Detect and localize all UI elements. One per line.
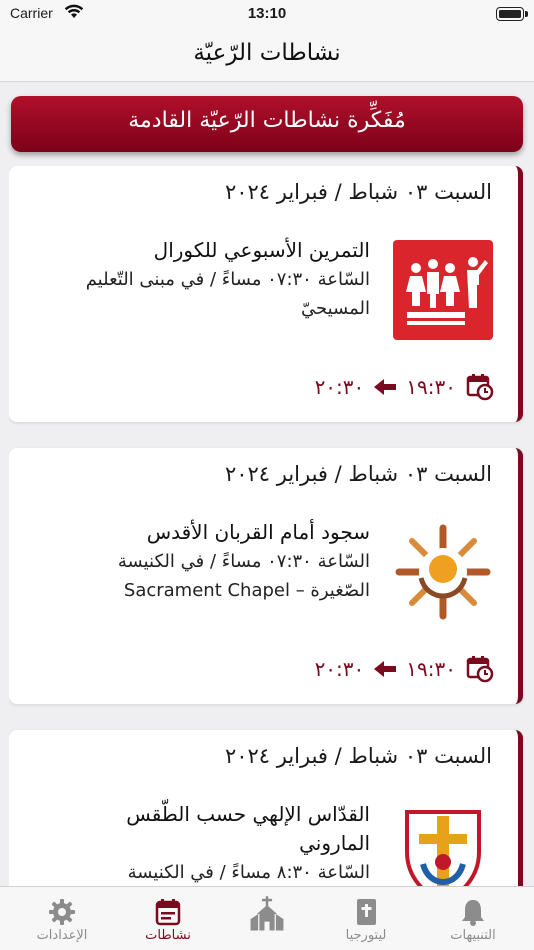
- activity-times: ٢٠:٣٠ ١٩:٣٠: [315, 370, 494, 404]
- tab-liturgy[interactable]: ليتورجيا: [313, 887, 419, 950]
- start-time: ١٩:٣٠: [406, 375, 456, 399]
- tab-settings[interactable]: الإعدادات: [9, 887, 115, 950]
- bell-icon: [462, 900, 484, 926]
- calendar-icon: [155, 899, 181, 926]
- activity-title: القدّاس الإلهي حسب الطّقس: [126, 802, 370, 826]
- activity-detail-line: السّاعة ٠٧:٣٠ مساءً / في الكنيسة: [117, 551, 370, 572]
- calendar-clock-icon: [466, 374, 494, 401]
- tab-notifications[interactable]: التنبيهات: [420, 887, 526, 950]
- choir-icon: [393, 240, 493, 340]
- clock: 13:10: [247, 5, 287, 22]
- activity-times: ٢٠:٣٠ ١٩:٣٠: [315, 652, 494, 686]
- status-bar: Carrier 13:10: [0, 0, 534, 30]
- activity-date: السبت ٠٣ شباط / فبراير ٢٠٢٤: [224, 462, 492, 486]
- activity-text: سجود أمام القربان الأقدس السّاعة ٠٧:٣٠ م…: [40, 518, 370, 605]
- tab-label: الإعدادات: [36, 928, 88, 943]
- activity-detail-line: الصّغيرة – Sacrament Chapel: [123, 580, 370, 601]
- tab-church[interactable]: [214, 887, 320, 950]
- tab-label: التنبيهات: [450, 928, 496, 943]
- page-title: نشاطات الرّعيّة: [193, 40, 341, 66]
- activity-text: القدّاس الإلهي حسب الطّقس الماروني السّا…: [40, 800, 370, 886]
- navigation-bar: نشاطات الرّعيّة: [0, 30, 534, 82]
- bible-icon: [357, 899, 376, 925]
- eucharist-icon: [393, 522, 493, 622]
- activity-date: السبت ٠٣ شباط / فبراير ٢٠٢٤: [224, 744, 492, 768]
- activity-title: التمرين الأسبوعي للكورال: [153, 238, 370, 262]
- tab-label: ليتورجيا: [345, 928, 387, 943]
- activity-detail-line: السّاعة ٠٧:٣٠ مساءً / في مبنى التّعليم: [85, 269, 370, 290]
- church-icon: [250, 896, 284, 931]
- start-time: ١٩:٣٠: [406, 657, 456, 681]
- end-time: ٢٠:٣٠: [314, 657, 365, 681]
- activity-card[interactable]: السبت ٠٣ شباط / فبراير ٢٠٢٤ القدّاس الإل…: [9, 730, 523, 886]
- activity-text: التمرين الأسبوعي للكورال السّاعة ٠٧:٣٠ م…: [40, 236, 370, 323]
- activity-card[interactable]: السبت ٠٣ شباط / فبراير ٢٠٢٤ التمرين الأس…: [9, 166, 523, 422]
- activity-card[interactable]: السبت ٠٣ شباط / فبراير ٢٠٢٤ سجود أمام ال…: [9, 448, 523, 704]
- battery-icon: [496, 7, 528, 21]
- liturgy-cross-icon: [393, 804, 493, 886]
- tab-activities[interactable]: نشاطات: [115, 887, 221, 950]
- gear-icon: [49, 899, 75, 925]
- tab-label: نشاطات: [145, 928, 191, 943]
- end-time: ٢٠:٣٠: [314, 375, 365, 399]
- activity-date: السبت ٠٣ شباط / فبراير ٢٠٢٤: [224, 180, 492, 204]
- upcoming-activities-banner[interactable]: مُفَكِّرة نشاطات الرّعيّة القادمة: [11, 96, 523, 152]
- activity-detail-line: السّاعة ٨:٣٠ مساءً / في الكنيسة: [127, 862, 370, 883]
- arrow-left-icon: [374, 379, 397, 395]
- activity-detail-line: المسيحيّ: [300, 298, 370, 319]
- activities-list[interactable]: السبت ٠٣ شباط / فبراير ٢٠٢٤ التمرين الأس…: [9, 166, 525, 886]
- activity-title: سجود أمام القربان الأقدس: [146, 520, 370, 544]
- arrow-left-icon: [374, 661, 397, 677]
- activity-detail-line: الماروني: [299, 831, 370, 855]
- banner-label: مُفَكِّرة نشاطات الرّعيّة القادمة: [128, 108, 406, 133]
- tab-bar: الإعدادات نشاطات ليتورجيا التنبيهات: [0, 886, 534, 950]
- calendar-clock-icon: [466, 656, 494, 683]
